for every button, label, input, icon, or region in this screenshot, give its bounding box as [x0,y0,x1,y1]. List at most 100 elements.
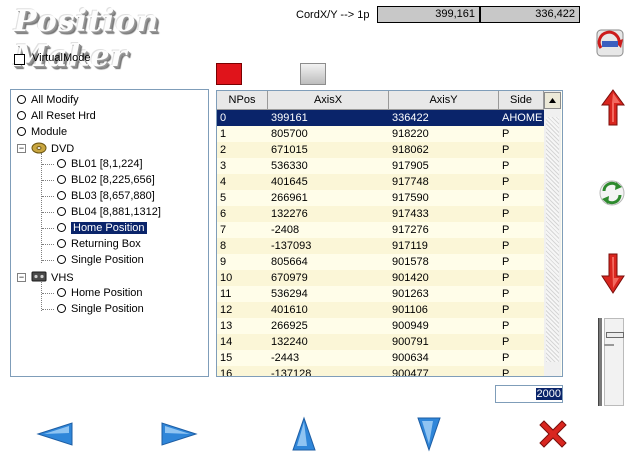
speed-slider-track[interactable] [598,318,602,406]
triangle-up-icon[interactable] [291,416,317,452]
cell-npos: 4 [220,176,227,188]
tree-item-label: BL01 [8,1,224] [71,158,143,170]
table-row[interactable]: 9 805664 901578 P [217,254,544,270]
tree-item-dvd-single[interactable]: Single Position [57,253,144,268]
tree-item-vhs[interactable]: VHS [31,270,74,285]
column-header-npos[interactable]: NPos [217,91,268,110]
collapse-toggle-icon[interactable]: − [17,273,26,282]
table-row[interactable]: 4 401645 917748 P [217,174,544,190]
arrow-right-icon[interactable] [160,421,198,447]
tree-item-dvd-returning[interactable]: Returning Box [57,237,141,252]
table-row[interactable]: 10 670979 901420 P [217,270,544,286]
tree-item-label: Returning Box [71,238,141,250]
cell-axisy: 900791 [392,336,429,348]
cell-npos: 5 [220,192,227,204]
cell-axisx: -137128 [271,368,312,377]
cell-side: P [502,128,510,140]
tree-item-all-reset[interactable]: All Reset Hrd [17,109,96,124]
table-row[interactable]: 2 671015 918062 P [217,142,544,158]
radio-icon [57,239,66,248]
cell-npos: 12 [220,304,233,316]
scrollbar-track[interactable] [546,117,559,362]
cell-npos: 16 [220,368,233,377]
home-icon[interactable] [593,24,627,68]
cell-axisx: 670979 [271,272,308,284]
tree-item-label: All Reset Hrd [31,110,96,122]
table-row[interactable]: 16 -137128 900477 P [217,366,544,377]
table-row[interactable]: 3 536330 917905 P [217,158,544,174]
table-row[interactable]: 11 536294 901263 P [217,286,544,302]
cell-axisx: 401610 [271,304,308,316]
tree-item-dvd[interactable]: DVD [31,141,74,156]
arrow-left-icon[interactable] [36,421,74,447]
tree-item-all-modify[interactable]: All Modify [17,93,79,108]
table-row[interactable]: 6 132276 917433 P [217,206,544,222]
cell-axisy: 900477 [392,368,429,377]
cell-axisy: 901420 [392,272,429,284]
arrow-down-icon[interactable] [600,252,626,296]
tree-item-vhs-single[interactable]: Single Position [57,302,144,317]
table-row[interactable]: 1 805700 918220 P [217,126,544,142]
arrow-up-icon[interactable] [600,88,626,128]
tree-item-bl03[interactable]: BL03 [8,657,880] [57,189,155,204]
table-row[interactable]: 5 266961 917590 P [217,190,544,206]
cell-npos: 8 [220,240,227,252]
tree-item-label: BL03 [8,657,880] [71,190,155,202]
speed-slider-knob[interactable] [606,332,624,338]
table-scrollbar[interactable] [544,91,561,376]
red-indicator-button[interactable] [216,63,242,85]
table-row[interactable]: 14 132240 900791 P [217,334,544,350]
column-header-side[interactable]: Side [499,91,544,110]
tree-item-label: Home Position [71,222,147,234]
grey-indicator-button[interactable] [300,63,326,85]
tree-item-label: Single Position [71,254,144,266]
step-input[interactable]: 2000 [495,385,563,403]
close-icon[interactable] [536,418,570,452]
radio-icon [57,288,66,297]
cell-axisy: 336422 [392,112,429,124]
table-row[interactable]: 12 401610 901106 P [217,302,544,318]
cell-side: P [502,192,510,204]
scroll-up-button[interactable] [544,92,561,109]
tree-item-module[interactable]: Module [17,125,67,140]
table-row[interactable]: 13 266925 900949 P [217,318,544,334]
cell-axisx: 399161 [271,112,308,124]
module-tree[interactable]: All Modify All Reset Hrd Module − DVD BL… [10,89,209,377]
cell-side: P [502,208,510,220]
radio-icon [57,175,66,184]
cell-axisx: 671015 [271,144,308,156]
coord-label: CordX/Y --> 1p [296,9,370,21]
disc-icon [31,142,47,154]
cell-side: P [502,304,510,316]
triangle-down-icon[interactable] [416,416,442,452]
table-row[interactable]: 8 -137093 917119 P [217,238,544,254]
virtual-mode-checkbox[interactable] [14,54,25,65]
tree-item-dvd-home[interactable]: Home Position [57,221,147,236]
table-row[interactable]: 0 399161 336422 AHOME [217,110,544,126]
radio-icon [57,207,66,216]
table-row[interactable]: 7 -2408 917276 P [217,222,544,238]
cell-axisx: -137093 [271,240,312,252]
tree-item-vhs-home[interactable]: Home Position [57,286,143,301]
tree-item-bl01[interactable]: BL01 [8,1,224] [57,157,143,172]
cell-side: P [502,240,510,252]
radio-icon [17,111,26,120]
cell-axisy: 900634 [392,352,429,364]
radio-icon [57,304,66,313]
column-header-axisy[interactable]: AxisY [389,91,499,110]
tree-item-bl04[interactable]: BL04 [8,881,1312] [57,205,161,220]
column-header-axisx[interactable]: AxisX [268,91,389,110]
cell-npos: 14 [220,336,233,348]
table-row[interactable]: 15 -2443 900634 P [217,350,544,366]
collapse-toggle-icon[interactable]: − [17,144,26,153]
refresh-icon[interactable] [597,176,627,210]
cell-side: AHOME [502,112,543,124]
position-table[interactable]: NPos AxisX AxisY Side 0 399161 336422 AHOME… [216,90,563,377]
cell-side: P [502,336,510,348]
tree-item-bl02[interactable]: BL02 [8,225,656] [57,173,155,188]
cell-side: P [502,352,510,364]
cell-axisy: 901106 [392,304,428,316]
cell-npos: 13 [220,320,233,332]
cell-axisy: 901578 [392,256,429,268]
radio-icon [17,95,26,104]
